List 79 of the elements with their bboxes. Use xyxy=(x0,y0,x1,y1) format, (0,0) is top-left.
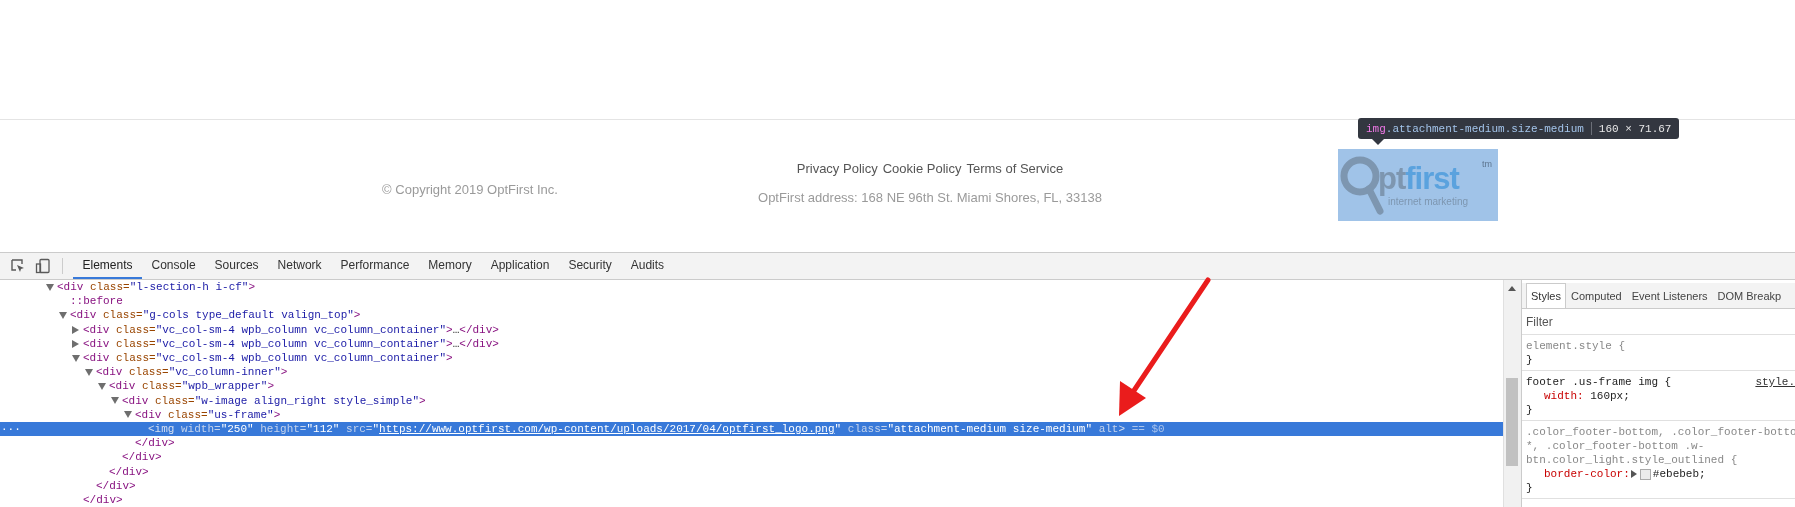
closing-brace: } xyxy=(1526,481,1534,495)
triangle-icon[interactable] xyxy=(85,368,93,376)
tree-row[interactable]: <div class="wpb_wrapper"> xyxy=(0,379,1503,394)
triangle-icon[interactable] xyxy=(46,283,54,291)
devtools-tab[interactable]: Memory xyxy=(418,253,482,279)
html-line: </div> xyxy=(109,465,149,478)
triangle-icon[interactable] xyxy=(72,325,79,334)
inspect-icon[interactable] xyxy=(10,258,26,274)
html-line: </div> xyxy=(135,437,175,450)
html-line: <div class="vc_col-sm-4 wpb_column vc_column_container">…</div> xyxy=(83,323,499,336)
tree-row[interactable]: </div> xyxy=(0,492,1503,507)
html-line: </div> xyxy=(122,451,162,464)
styles-tab[interactable]: Styles xyxy=(1526,283,1566,308)
scroll-up-icon[interactable] xyxy=(1508,286,1516,291)
triangle-icon[interactable] xyxy=(72,339,79,348)
tree-row[interactable]: </div> xyxy=(0,436,1503,451)
devtools-tab[interactable]: Elements xyxy=(73,253,143,279)
triangle-icon[interactable] xyxy=(98,382,106,390)
triangle-icon[interactable] xyxy=(111,397,119,405)
logo-text: ptfirst xyxy=(1378,161,1459,196)
css-value: #ebebeb; xyxy=(1652,467,1706,481)
tree-row[interactable]: <div class="vc_col-sm-4 wpb_column vc_column_container">…</div> xyxy=(0,322,1503,337)
styles-tab[interactable]: Computed xyxy=(1565,283,1627,308)
tree-row[interactable]: </div> xyxy=(0,478,1503,493)
devtools-tab[interactable]: Network xyxy=(268,253,332,279)
html-line: <div class="vc_column-inner"> xyxy=(96,366,288,379)
css-property: width: xyxy=(1544,389,1585,403)
styles-tab[interactable]: DOM Breakp xyxy=(1712,283,1787,308)
tree-row[interactable]: ::before xyxy=(0,294,1503,309)
css-selector: element.style { xyxy=(1526,339,1626,353)
color-swatch[interactable] xyxy=(1639,468,1651,480)
tree-row[interactable]: <div class="vc_column-inner"> xyxy=(0,365,1503,380)
footer-link[interactable]: Cookie Policy xyxy=(882,161,962,176)
devtools-tab[interactable]: Performance xyxy=(331,253,419,279)
source-link[interactable]: style. xyxy=(1745,375,1795,389)
tree-row[interactable]: <div class="vc_col-sm-4 wpb_column vc_column_container">…</div> xyxy=(0,336,1503,351)
devtools-tab[interactable]: Sources xyxy=(205,253,269,279)
tooltip-size: 160 × 71.67 xyxy=(1598,122,1672,135)
devtools-tab[interactable]: Console xyxy=(142,253,206,279)
more-button[interactable]: ... xyxy=(1,420,21,433)
triangle-icon[interactable] xyxy=(59,311,67,319)
html-line: <div class="w-image align_right style_simple"> xyxy=(122,394,426,407)
html-line: <div class="l-section-h i-cf"> xyxy=(57,281,256,294)
tree-row[interactable]: ... <img width="250" height="112" src="https://www.optfirst.com/wp-content/uploads/2017/04/optfirst_logo.png" class="attachment-medium size-medium" alt> == $0 xyxy=(0,421,1503,437)
html-line: <div class="vc_col-sm-4 wpb_column vc_column_container">…</div> xyxy=(83,337,499,350)
tree-row[interactable]: <div class="l-section-h i-cf"> xyxy=(0,280,1503,295)
html-line: <div class="us-frame"> xyxy=(135,408,281,421)
scrollbar-thumb[interactable] xyxy=(1506,378,1518,466)
html-line: <div class="g-cols type_default valign_top"> xyxy=(70,309,361,322)
device-icon[interactable] xyxy=(35,258,51,274)
footer-link[interactable]: Terms of Service xyxy=(966,161,1064,176)
triangle-icon[interactable] xyxy=(72,354,80,362)
html-line: <div class="wpb_wrapper"> xyxy=(109,380,275,393)
html-line: <img width="250" height="112" src="https://www.optfirst.com/wp-content/uploads/2017/04/optfirst_logo.png" class="attachment-medium size-medium" alt> == $0 xyxy=(148,422,1165,435)
html-line: <div class="vc_col-sm-4 wpb_column vc_column_container"> xyxy=(83,352,453,365)
css-property: border-color: xyxy=(1544,467,1630,481)
closing-brace: } xyxy=(1526,353,1534,367)
footer-link[interactable]: Privacy Policy xyxy=(796,161,878,176)
copyright-text: © Copyright 2019 OptFirst Inc. xyxy=(382,182,558,197)
styles-tab[interactable]: Event Listeners xyxy=(1626,283,1713,308)
html-line: </div> xyxy=(83,493,123,506)
devtools-tab[interactable]: Security xyxy=(558,253,622,279)
html-line: </div> xyxy=(96,479,136,492)
css-selector: footer .us-frame img { xyxy=(1526,375,1672,389)
tree-row[interactable]: <div class="vc_col-sm-4 wpb_column vc_column_container"> xyxy=(0,350,1503,366)
tree-row[interactable]: <div class="g-cols type_default valign_top"> xyxy=(0,308,1503,323)
trademark-mark: tm xyxy=(1482,159,1492,169)
tree-row[interactable]: </div> xyxy=(0,450,1503,465)
css-selector: btn.color_light.style_outlined { xyxy=(1526,453,1738,467)
html-line: ::before xyxy=(70,295,123,308)
devtools-tab[interactable]: Audits xyxy=(621,253,674,279)
css-selector: *, .color_footer-bottom .w- xyxy=(1526,439,1705,453)
tooltip-selector: img.attachment-medium.size-medium xyxy=(1366,122,1584,135)
closing-brace: } xyxy=(1526,403,1534,417)
css-value: 160px; xyxy=(1590,389,1630,403)
tree-row[interactable]: </div> xyxy=(0,464,1503,479)
tree-row[interactable]: <div class="w-image align_right style_simple"> xyxy=(0,393,1503,408)
address-text: OptFirst address: 168 NE 96th St. Miami Shores, FL, 33138 xyxy=(757,190,1103,205)
devtools-tab[interactable]: Application xyxy=(481,253,559,279)
